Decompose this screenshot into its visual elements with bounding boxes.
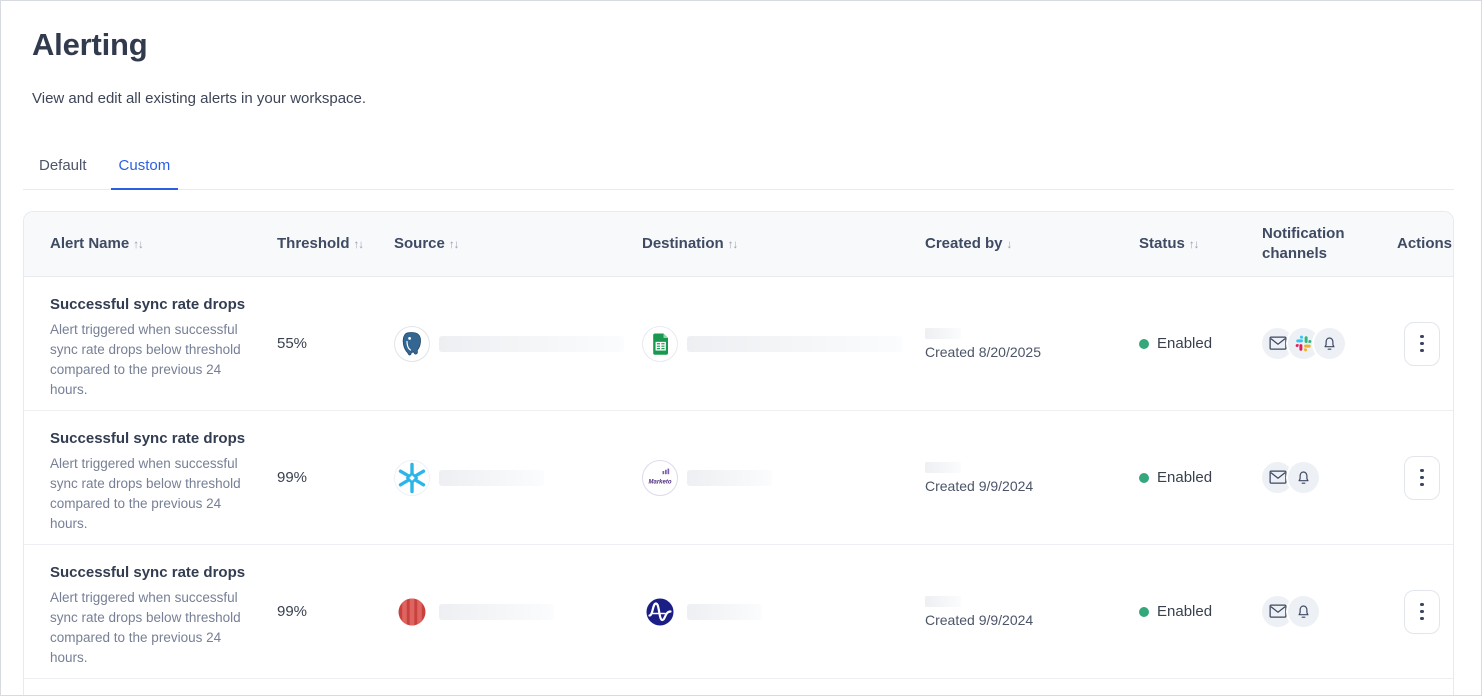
- status-label: Enabled: [1157, 335, 1212, 352]
- alert-description: Alert triggered when successful sync rat…: [50, 320, 242, 400]
- column-header-actions: Actions: [1397, 234, 1453, 254]
- source-cell: [394, 594, 642, 630]
- kebab-icon: [1420, 603, 1423, 606]
- sort-icon: ↑↓: [133, 239, 143, 251]
- column-header-source[interactable]: Source↑↓: [394, 234, 642, 255]
- status-label: Enabled: [1157, 469, 1212, 486]
- red-striped-database-icon: [394, 594, 430, 630]
- page-title: Alerting: [32, 27, 1481, 63]
- created-by-cell: Created 9/9/2024: [925, 596, 1139, 628]
- created-by-cell: Created 8/20/2025: [925, 328, 1139, 360]
- alert-name: Successful sync rate drops: [50, 564, 257, 581]
- column-header-status[interactable]: Status↑↓: [1139, 234, 1262, 255]
- table-row: Successful sync rate drops Alert trigger…: [24, 277, 1453, 410]
- slack-icon: [1295, 335, 1312, 352]
- notification-channels: [1262, 596, 1397, 627]
- bell-channel-chip: [1288, 596, 1319, 627]
- alert-name: Successful sync rate drops: [50, 430, 257, 447]
- tab-custom[interactable]: Custom: [111, 157, 179, 190]
- status-label: Enabled: [1157, 603, 1212, 620]
- kebab-icon: [1420, 469, 1423, 472]
- table-row: Successful sync rate drops Alert trigger…: [24, 410, 1453, 544]
- bell-icon: [1295, 469, 1312, 487]
- sort-icon: ↑↓: [1189, 239, 1199, 251]
- source-cell: [394, 326, 642, 362]
- sort-icon: ↑↓: [449, 239, 459, 251]
- created-date: Created 9/9/2024: [925, 478, 1139, 494]
- threshold-value: 99%: [277, 603, 394, 620]
- alert-name: Successful sync rate drops: [50, 296, 257, 313]
- notification-channels: [1262, 328, 1397, 359]
- amplitude-icon: [642, 594, 678, 630]
- email-icon: [1269, 336, 1287, 351]
- alerts-table: Alert Name↑↓ Threshold↑↓ Source↑↓ Destin…: [23, 211, 1454, 696]
- redacted-source-name: [439, 470, 544, 486]
- status-dot-icon: [1139, 339, 1149, 349]
- column-header-created-by[interactable]: Created by↓: [925, 234, 1139, 255]
- sort-descending-icon: ↓: [1007, 239, 1012, 251]
- bell-icon: [1295, 603, 1312, 621]
- alert-description: Alert triggered when successful sync rat…: [50, 454, 242, 534]
- kebab-icon: [1420, 335, 1423, 338]
- email-icon: [1269, 604, 1287, 619]
- redacted-destination-name: [687, 336, 902, 352]
- threshold-value: 55%: [277, 335, 394, 352]
- bell-channel-chip: [1314, 328, 1345, 359]
- actions-menu-button[interactable]: [1404, 590, 1440, 634]
- tab-default[interactable]: Default: [31, 157, 95, 189]
- snowflake-icon: [394, 460, 430, 496]
- postgresql-icon: [394, 326, 430, 362]
- actions-menu-button[interactable]: [1404, 322, 1440, 366]
- table-row-partial: [24, 678, 1453, 696]
- redacted-source-name: [439, 336, 624, 352]
- email-icon: [1269, 470, 1287, 485]
- created-by-cell: Created 9/9/2024: [925, 462, 1139, 494]
- redacted-destination-name: [687, 470, 772, 486]
- column-header-notification-channels: Notification channels: [1262, 224, 1397, 264]
- status-badge: Enabled: [1139, 603, 1262, 620]
- sort-icon: ↑↓: [354, 239, 364, 251]
- destination-cell: Marketo: [642, 460, 925, 496]
- status-badge: Enabled: [1139, 335, 1262, 352]
- created-date: Created 8/20/2025: [925, 344, 1139, 360]
- redacted-creator-name: [925, 596, 961, 607]
- table-row: Successful sync rate drops Alert trigger…: [24, 544, 1453, 678]
- destination-cell: [642, 326, 925, 362]
- redacted-destination-name: [687, 604, 762, 620]
- page-subtitle: View and edit all existing alerts in you…: [32, 90, 1481, 107]
- table-header: Alert Name↑↓ Threshold↑↓ Source↑↓ Destin…: [24, 212, 1453, 277]
- redacted-creator-name: [925, 328, 961, 339]
- marketo-icon: Marketo: [642, 460, 678, 496]
- column-header-destination[interactable]: Destination↑↓: [642, 234, 925, 255]
- source-cell: [394, 460, 642, 496]
- google-sheets-icon: [642, 326, 678, 362]
- alert-description: Alert triggered when successful sync rat…: [50, 588, 242, 668]
- redacted-creator-name: [925, 462, 961, 473]
- redacted-source-name: [439, 604, 554, 620]
- column-header-alert-name[interactable]: Alert Name↑↓: [24, 234, 277, 255]
- alerting-page: Alerting View and edit all existing aler…: [0, 0, 1482, 696]
- column-header-threshold[interactable]: Threshold↑↓: [277, 234, 394, 255]
- status-dot-icon: [1139, 607, 1149, 617]
- destination-cell: [642, 594, 925, 630]
- created-date: Created 9/9/2024: [925, 612, 1139, 628]
- svg-text:Marketo: Marketo: [648, 479, 671, 485]
- sort-icon: ↑↓: [728, 239, 738, 251]
- tabs-bar: Default Custom: [23, 157, 1454, 190]
- actions-menu-button[interactable]: [1404, 456, 1440, 500]
- status-badge: Enabled: [1139, 469, 1262, 486]
- bell-channel-chip: [1288, 462, 1319, 493]
- bell-icon: [1321, 335, 1338, 353]
- threshold-value: 99%: [277, 469, 394, 486]
- status-dot-icon: [1139, 473, 1149, 483]
- notification-channels: [1262, 462, 1397, 493]
